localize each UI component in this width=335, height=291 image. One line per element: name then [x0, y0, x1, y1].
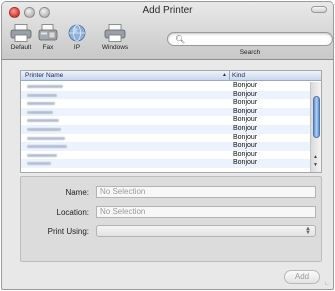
toolbar-ip-label: IP: [73, 44, 81, 51]
table-row[interactable]: Bonjour: [21, 159, 311, 168]
printer-kind: Bonjour: [233, 99, 258, 107]
toolbar-ip-button[interactable]: IP: [67, 24, 87, 51]
printer-kind: Bonjour: [233, 90, 258, 98]
column-header-kind[interactable]: Kind: [232, 72, 245, 79]
print-using-label: Print Using:: [47, 227, 89, 236]
printer-kind: Bonjour: [233, 116, 258, 124]
column-header-printer-name[interactable]: Printer Name: [25, 72, 63, 79]
printer-name-blurred: [27, 102, 55, 106]
printer-list[interactable]: Printer Name ▲ Kind Bonjour Bonjour Bonj…: [20, 70, 322, 173]
table-row[interactable]: Bonjour: [21, 124, 311, 134]
printer-kind: Bonjour: [233, 82, 258, 89]
printer-kind: Bonjour: [233, 159, 258, 167]
select-stepper-icon: ▲ ▼: [305, 226, 311, 236]
table-row[interactable]: Bonjour: [21, 134, 311, 143]
resize-grip-icon[interactable]: ∟: [324, 281, 330, 287]
search-input[interactable]: 🔍︎: [167, 32, 333, 46]
location-field: No Selection: [96, 206, 316, 218]
sort-ascending-icon: ▲: [222, 72, 227, 78]
table-row[interactable]: Bonjour: [21, 82, 311, 91]
fax-icon: [38, 24, 58, 41]
scroll-down-arrow-icon[interactable]: ▼: [313, 162, 318, 168]
toolbar-default-label: Default: [10, 44, 32, 51]
location-label: Location:: [56, 208, 89, 217]
toolbar-default-button[interactable]: Default: [8, 24, 34, 51]
search-label: Search: [239, 49, 261, 56]
list-header: Printer Name ▲ Kind: [21, 71, 321, 81]
toolbar-fax-label: Fax: [42, 44, 54, 51]
printer-icon: [10, 24, 32, 42]
table-row[interactable]: Bonjour: [21, 151, 311, 160]
add-button[interactable]: Add: [284, 270, 320, 284]
printer-kind: Bonjour: [233, 133, 258, 141]
printer-rows: Bonjour Bonjour Bonjour Bonjour Bonjour …: [21, 82, 311, 168]
printer-details-panel: Name: No Selection Location: No Selectio…: [20, 176, 322, 262]
scrollbar-thumb[interactable]: [313, 96, 320, 138]
window-title: Add Printer: [142, 5, 193, 16]
globe-icon: [68, 24, 86, 42]
printer-name-blurred: [27, 127, 61, 131]
table-row[interactable]: Bonjour: [21, 116, 311, 125]
toolbar-toggle-button[interactable]: [311, 6, 327, 13]
name-label: Name:: [65, 188, 89, 197]
printer-name-blurred: [27, 136, 65, 140]
printer-name-blurred: [27, 93, 57, 97]
table-row[interactable]: Bonjour: [21, 99, 311, 108]
printer-name-blurred: [27, 153, 57, 157]
printer-name-blurred: [27, 145, 67, 149]
name-field: No Selection: [96, 186, 316, 198]
table-row[interactable]: Bonjour: [21, 90, 311, 100]
windows-printer-icon: [104, 24, 126, 42]
search-icon: 🔍︎: [175, 35, 186, 44]
printer-name-blurred: [27, 162, 51, 166]
titlebar: Add Printer Default Fax IP Windows 🔍︎ Se…: [2, 2, 333, 60]
printer-kind: Bonjour: [233, 107, 258, 115]
print-using-select[interactable]: ▲ ▼: [96, 225, 316, 237]
printer-name-blurred: [27, 119, 59, 123]
toolbar-windows-button[interactable]: Windows: [96, 24, 134, 51]
toolbar-windows-label: Windows: [101, 44, 129, 51]
toolbar-fax-button[interactable]: Fax: [37, 24, 59, 51]
table-row[interactable]: Bonjour: [21, 142, 311, 151]
printer-kind: Bonjour: [233, 124, 258, 132]
table-row[interactable]: Bonjour: [21, 107, 311, 117]
printer-kind: Bonjour: [233, 142, 258, 150]
printer-name-blurred: [27, 110, 53, 114]
printer-kind: Bonjour: [233, 150, 258, 158]
add-printer-window: Add Printer Default Fax IP Windows 🔍︎ Se…: [1, 1, 334, 290]
printer-name-blurred: [27, 85, 63, 88]
scroll-up-arrow-icon[interactable]: ▲: [313, 154, 318, 160]
vertical-scrollbar[interactable]: ▲ ▼: [310, 82, 321, 172]
column-divider[interactable]: [229, 71, 230, 81]
